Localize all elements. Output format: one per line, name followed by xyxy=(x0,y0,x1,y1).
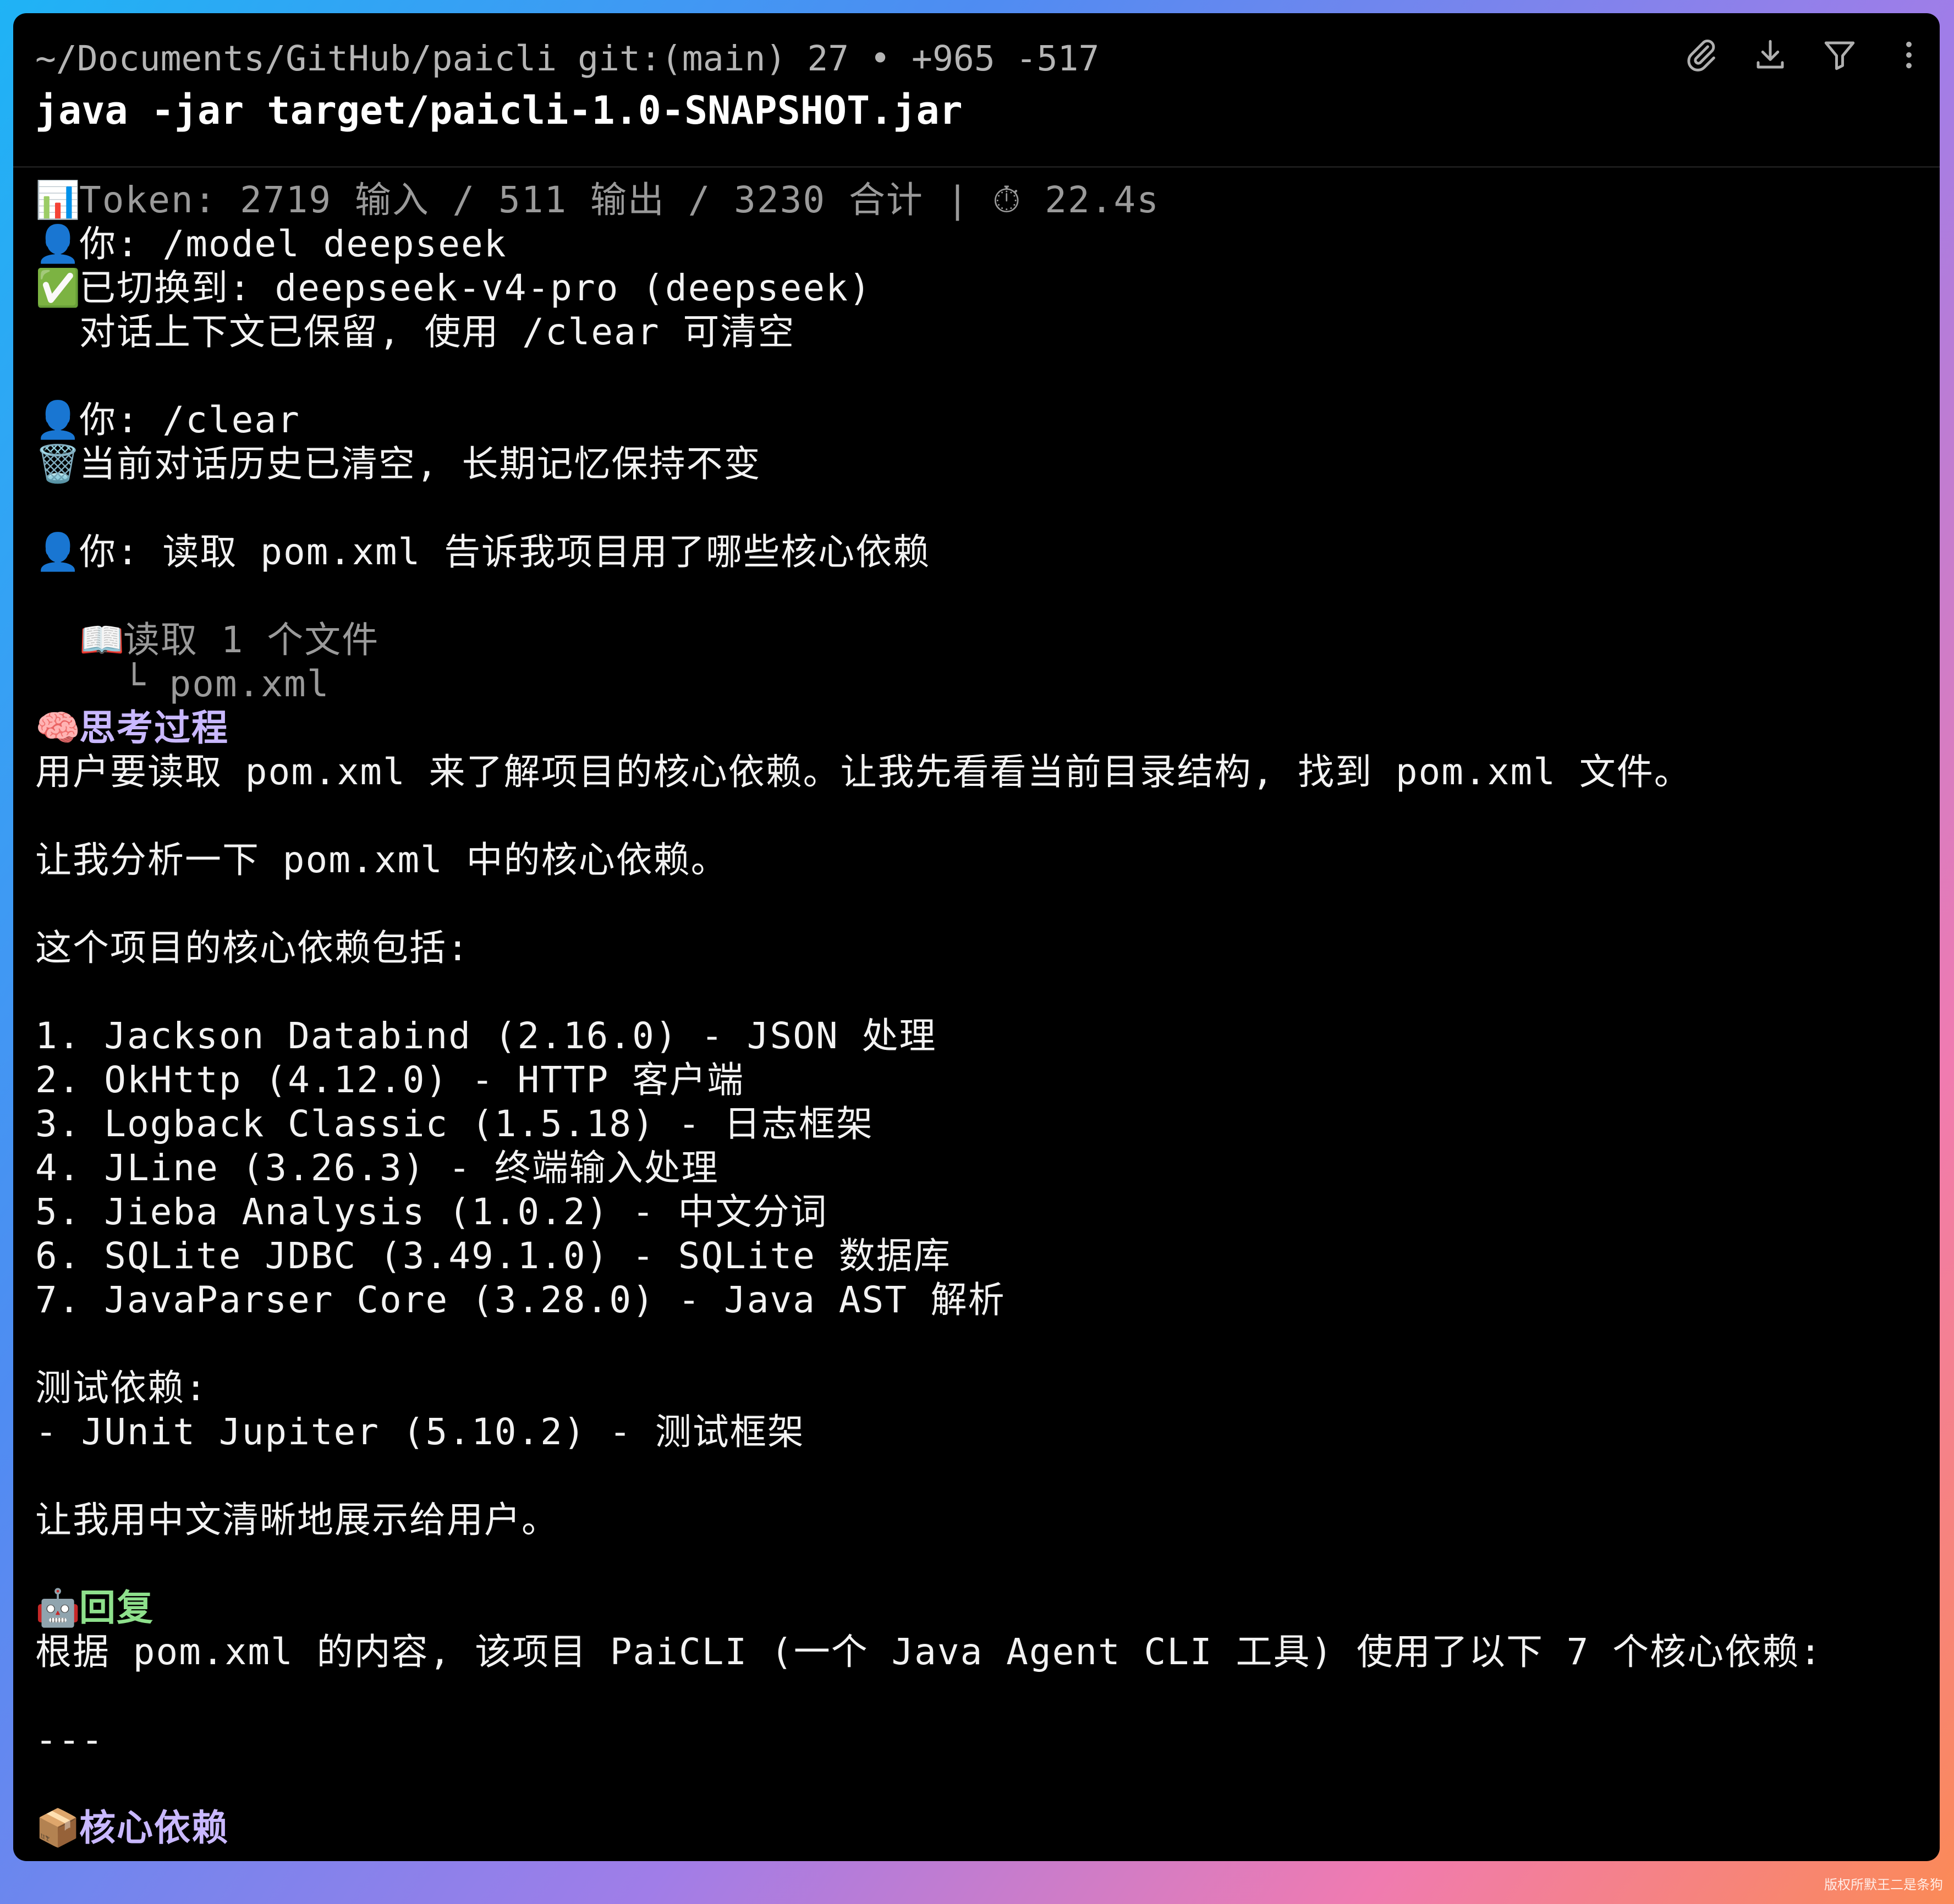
user-icon: 👤 xyxy=(35,223,82,265)
reply-heading: 🤖回复 xyxy=(35,1586,1918,1630)
dependency-item: 3. Logback Classic (1.5.18) - 日志框架 xyxy=(35,1103,874,1145)
test-deps-title: 测试依赖: xyxy=(35,1367,208,1409)
system-message: ✅已切换到: deepseek-v4-pro (deepseek) xyxy=(35,266,1918,310)
dependency-item: 2. OkHttp (4.12.0) - HTTP 客户端 xyxy=(35,1059,745,1101)
user-message-text: 你: 读取 pom.xml 告诉我项目用了哪些核心依赖 xyxy=(79,531,931,573)
user-icon: 👤 xyxy=(35,531,82,573)
token-stats-line: 📊Token: 2719 输入 / 511 输出 / 3230 合计 | ⏱ 2… xyxy=(35,178,1918,222)
dependency-item: 5. Jieba Analysis (1.0.2) - 中文分词 xyxy=(35,1191,828,1233)
user-message-text: 你: /clear xyxy=(79,399,300,441)
system-message: 对话上下文已保留, 使用 /clear 可清空 xyxy=(79,311,795,353)
user-icon: 👤 xyxy=(35,399,82,441)
robot-icon: 🤖 xyxy=(35,1587,82,1629)
user-message: 👤你: /model deepseek xyxy=(35,222,1918,266)
terminal-window: ~/Documents/GitHub/paicli git:(main) 27 … xyxy=(13,13,1940,1861)
core-deps-title: 核心依赖 xyxy=(79,1807,229,1849)
test-dependency-item: - JUnit Jupiter (5.10.2) - 测试框架 xyxy=(35,1411,805,1453)
watermark: 版权所默王二是条狗 xyxy=(1824,1877,1943,1892)
dependency-item: 6. SQLite JDBC (3.49.1.0) - SQLite 数据库 xyxy=(35,1235,951,1277)
filter-icon[interactable] xyxy=(1820,35,1859,75)
brain-icon: 🧠 xyxy=(35,707,82,749)
system-message: 🗑️当前对话历史已清空, 长期记忆保持不变 xyxy=(35,442,1918,486)
thinking-text: 让我分析一下 pom.xml 中的核心依赖。 xyxy=(35,839,728,881)
header-toolbar xyxy=(1681,35,1929,75)
command-line: java -jar target/paicli-1.0-SNAPSHOT.jar xyxy=(35,88,963,133)
thinking-text: 让我用中文清晰地展示给用户。 xyxy=(35,1499,559,1541)
tool-call-file: └ pom.xml xyxy=(123,663,330,705)
reply-title: 回复 xyxy=(79,1587,154,1629)
package-icon: 📦 xyxy=(35,1807,82,1849)
core-deps-heading: 📦核心依赖 xyxy=(35,1806,1918,1850)
token-stats: Token: 2719 输入 / 511 输出 / 3230 合计 | ⏱ 22… xyxy=(79,179,1160,221)
reply-text: 根据 pom.xml 的内容, 该项目 PaiCLI (一个 Java Agen… xyxy=(35,1631,1823,1673)
separator: --- xyxy=(35,1719,105,1761)
bar-chart-icon: 📊 xyxy=(35,179,82,221)
user-message-text: 你: /model deepseek xyxy=(79,223,507,265)
dependency-item: 4. JLine (3.26.3) - 终端输入处理 xyxy=(35,1147,719,1189)
terminal-header: ~/Documents/GitHub/paicli git:(main) 27 … xyxy=(13,13,1940,168)
thinking-heading: 🧠思考过程 xyxy=(35,706,1918,750)
more-vertical-icon[interactable] xyxy=(1889,35,1929,75)
system-message-text: 当前对话历史已清空, 长期记忆保持不变 xyxy=(79,443,761,485)
terminal-output: 📊Token: 2719 输入 / 511 输出 / 3230 合计 | ⏱ 2… xyxy=(35,178,1918,1850)
book-icon: 📖 xyxy=(79,619,126,661)
paperclip-icon[interactable] xyxy=(1681,35,1721,75)
system-message-text: 已切换到: deepseek-v4-pro (deepseek) xyxy=(79,267,872,309)
user-message: 👤你: 读取 pom.xml 告诉我项目用了哪些核心依赖 xyxy=(35,530,1918,574)
thinking-text: 用户要读取 pom.xml 来了解项目的核心依赖。让我先看看当前目录结构, 找到… xyxy=(35,751,1692,793)
thinking-title: 思考过程 xyxy=(79,707,229,749)
download-icon[interactable] xyxy=(1750,35,1790,75)
dependency-item: 7. JavaParser Core (3.28.0) - Java AST 解… xyxy=(35,1279,1006,1321)
dependency-item: 1. Jackson Databind (2.16.0) - JSON 处理 xyxy=(35,1015,937,1057)
user-message: 👤你: /clear xyxy=(35,398,1918,442)
thinking-text: 这个项目的核心依赖包括: xyxy=(35,927,470,969)
prompt-path: ~/Documents/GitHub/paicli git:(main) 27 … xyxy=(35,38,1100,79)
tool-call-line: 📖读取 1 个文件 xyxy=(35,618,1918,662)
check-icon: ✅ xyxy=(35,267,82,309)
trash-icon: 🗑️ xyxy=(35,443,82,485)
tool-call-text: 读取 1 个文件 xyxy=(123,619,380,661)
